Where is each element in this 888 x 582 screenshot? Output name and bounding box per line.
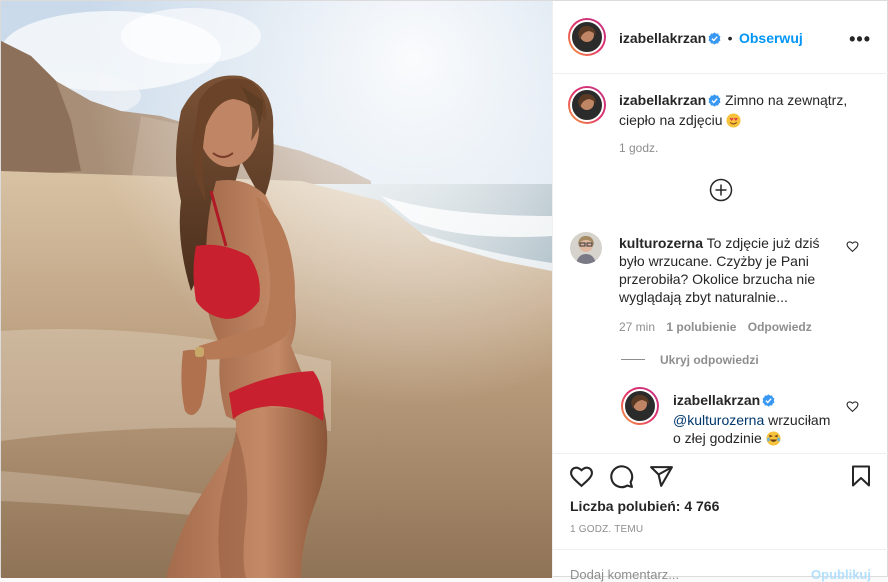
more-options-icon[interactable]: ••• — [849, 29, 871, 50]
comment-time: 27 min — [619, 320, 656, 334]
heart-eyes-emoji-icon — [726, 113, 741, 132]
caption-avatar[interactable] — [568, 86, 606, 124]
post-sidebar: izabellakrzan • Obserwuj ••• izabellakrz… — [552, 1, 888, 582]
caption-line-1: Zimno na zewnątrz, — [725, 92, 848, 108]
mention-link[interactable]: @kulturozerna — [673, 412, 764, 428]
post-photo[interactable] — [1, 1, 552, 578]
reply-line-1: wrzuciłam — [764, 412, 831, 428]
replies-divider — [621, 359, 645, 360]
likes-count[interactable]: Liczba polubień: 4 766 — [570, 498, 719, 514]
heart-icon[interactable] — [569, 464, 594, 494]
comment-meta: 27 min 1 polubienie Odpowiedz — [619, 320, 812, 334]
caption-text: izabellakrzan Zimno na zewnątrz, ciepło … — [619, 91, 869, 132]
comment-likes[interactable]: 1 polubienie — [666, 320, 736, 334]
heart-icon[interactable] — [846, 240, 859, 258]
caption-time: 1 godz. — [619, 141, 659, 155]
comment-icon[interactable] — [609, 464, 634, 494]
share-icon[interactable] — [649, 464, 674, 494]
comment-text: kulturozerna To zdjęcie już dziś było wr… — [619, 234, 849, 306]
comment-line-1: To zdjęcie już dziś — [706, 235, 820, 251]
author-avatar[interactable] — [568, 18, 606, 56]
header-user-row: izabellakrzan • Obserwuj — [619, 30, 803, 50]
comment-line-3: przerobiła? Okolice brzucha nie — [619, 271, 816, 287]
post-header: izabellakrzan • Obserwuj ••• — [553, 1, 888, 74]
beach-photo-illustration — [1, 1, 552, 578]
heart-icon[interactable] — [846, 400, 859, 418]
reply-line-2: o złej godzinie — [673, 430, 762, 446]
verified-icon — [708, 93, 721, 111]
commenter-avatar[interactable] — [570, 232, 602, 264]
laughing-emoji-icon — [766, 431, 781, 450]
hide-replies-button[interactable]: Ukryj odpowiedzi — [660, 353, 759, 367]
publish-button[interactable]: Opublikuj — [811, 567, 871, 582]
verified-icon — [708, 32, 721, 50]
reply-username[interactable]: izabellakrzan — [673, 392, 760, 408]
author-username[interactable]: izabellakrzan — [619, 30, 706, 46]
reply-button[interactable]: Odpowiedz — [748, 320, 812, 334]
comment-line-2: było wrzucane. Czyżby je Pani — [619, 253, 809, 269]
comments-section: izabellakrzan Zimno na zewnątrz, ciepło … — [553, 74, 888, 452]
load-more-comments-icon[interactable] — [709, 178, 733, 207]
post-time: 1 GODZ. TEMU — [570, 524, 644, 535]
caption-username[interactable]: izabellakrzan — [619, 92, 706, 108]
post-actions: Liczba polubień: 4 766 1 GODZ. TEMU — [553, 453, 888, 549]
commenter-username[interactable]: kulturozerna — [619, 235, 703, 251]
bookmark-icon[interactable] — [849, 464, 873, 494]
caption-line-2: ciepło na zdjęciu — [619, 112, 723, 128]
verified-icon — [762, 393, 775, 411]
follow-button[interactable]: Obserwuj — [739, 30, 803, 46]
instagram-post: izabellakrzan • Obserwuj ••• izabellakrz… — [0, 0, 888, 582]
comment-input[interactable]: Dodaj komentarz... — [570, 567, 679, 582]
reply-text: izabellakrzan @kulturozerna wrzuciłam o … — [673, 391, 853, 450]
reply-avatar[interactable] — [621, 387, 659, 425]
comment-line-4: wyglądają zbyt naturalnie... — [619, 289, 788, 305]
add-comment-bar: Dodaj komentarz... Opublikuj — [553, 549, 888, 582]
